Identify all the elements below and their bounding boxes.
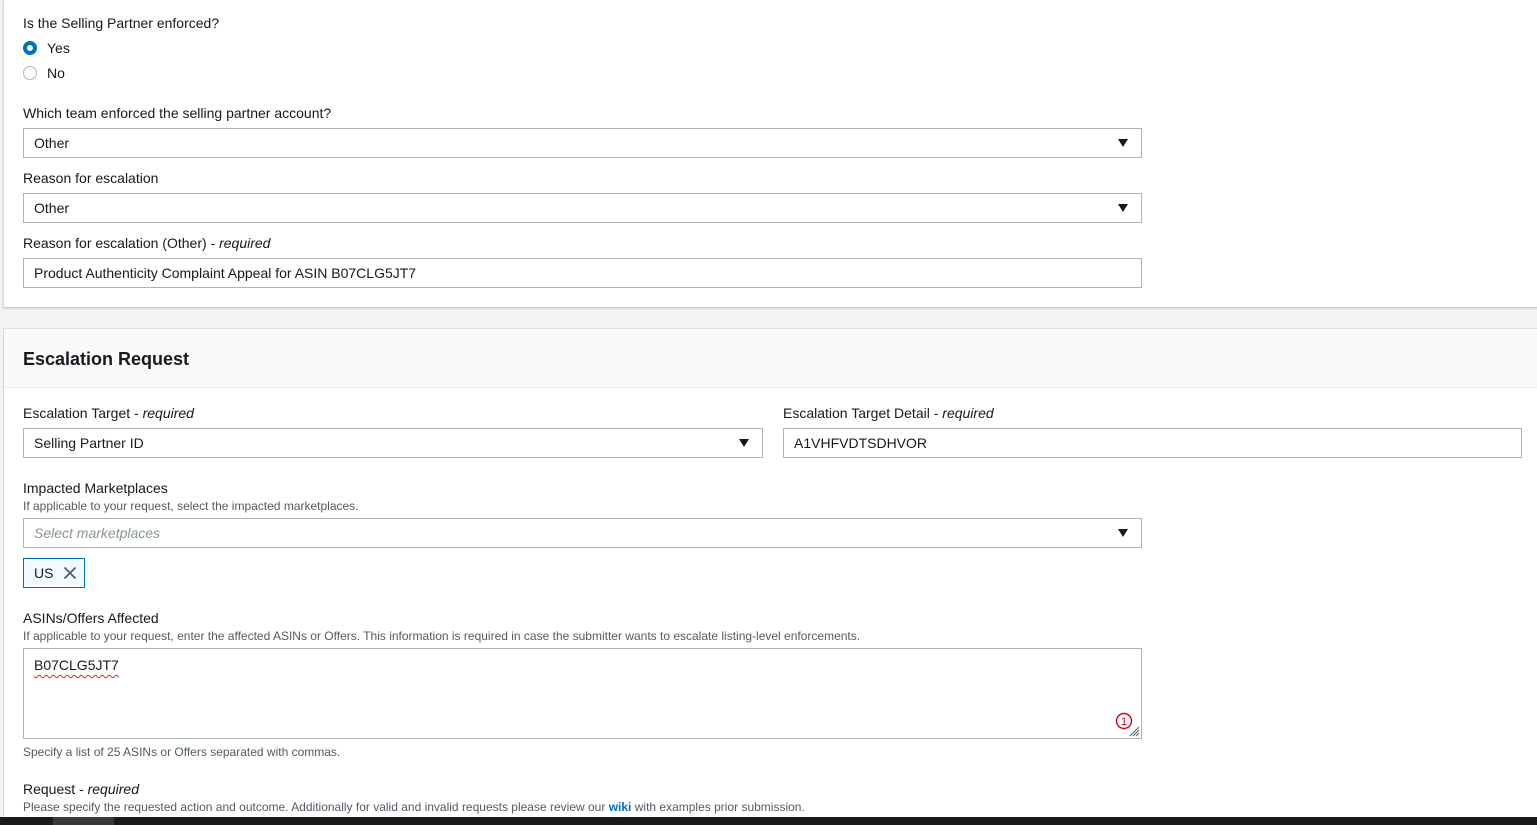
asins-description: If applicable to your request, enter the… [23,629,861,643]
reason-other-value: Product Authenticity Complaint Appeal fo… [34,265,417,281]
asins-value: B07CLG5JT7 [34,657,119,673]
reason-label: Reason for escalation [23,170,159,186]
panel-title: Escalation Request [23,349,190,369]
asins-hint: Specify a list of 25 ASINs or Offers sep… [23,745,341,759]
reason-other-label-text: Reason for escalation (Other) [23,235,207,251]
caret-down-icon [1118,139,1128,147]
reason-other-input[interactable]: Product Authenticity Complaint Appeal fo… [23,258,1142,288]
escalation-target-detail-label-text: Escalation Target Detail [783,405,930,421]
required-marker: required [142,405,194,421]
resize-handle-icon[interactable] [1128,725,1140,737]
request-label-text: Request [23,781,76,797]
marketplaces-description: If applicable to your request, select th… [23,499,359,513]
caret-down-icon [739,439,749,447]
radio-yes-selected-icon[interactable] [23,41,37,55]
escalation-target-value: Selling Partner ID [34,435,144,451]
close-icon[interactable] [63,566,77,580]
required-marker: required [942,405,994,421]
radio-option-no[interactable]: No [23,64,65,82]
escalation-target-select[interactable]: Selling Partner ID [23,428,763,458]
asins-label: ASINs/Offers Affected [23,610,159,626]
marketplaces-multiselect[interactable]: Select marketplaces [23,518,1142,548]
required-marker: required [219,235,271,251]
taskbar [0,817,1537,825]
page: Is the Selling Partner enforced? Yes No … [0,0,1537,825]
marketplaces-placeholder: Select marketplaces [34,525,161,541]
team-select-value: Other [34,135,70,151]
required-marker: required [87,781,139,797]
team-question-label: Which team enforced the selling partner … [23,105,332,121]
request-label: Request - required [23,781,139,797]
radio-yes-label: Yes [47,40,70,56]
panel-header: Escalation Request [4,329,1537,388]
reason-select-value: Other [34,200,70,216]
wiki-link[interactable]: wiki [609,800,632,814]
reason-other-label: Reason for escalation (Other) - required [23,235,271,251]
caret-down-icon [1118,529,1128,537]
radio-option-yes[interactable]: Yes [23,39,70,57]
radio-no-label: No [47,65,65,81]
spellcheck-badge-count: 1 [1121,716,1127,728]
enforced-question-label: Is the Selling Partner enforced? [23,15,220,31]
token-label: US [34,565,54,581]
team-select[interactable]: Other [23,128,1142,158]
caret-down-icon [1118,204,1128,212]
escalation-target-label: Escalation Target - required [23,405,194,421]
escalation-target-detail-value: A1VHFVDTSDHVOR [794,435,928,451]
escalation-target-detail-input[interactable]: A1VHFVDTSDHVOR [783,428,1522,458]
radio-no-icon[interactable] [23,66,37,80]
reason-select[interactable]: Other [23,193,1142,223]
escalation-target-label-text: Escalation Target [23,405,131,421]
taskbar-item[interactable] [53,817,114,825]
request-description: Please specify the requested action and … [23,800,805,814]
marketplaces-label: Impacted Marketplaces [23,480,168,496]
marketplace-token-us: US [23,558,85,588]
request-desc-after: with examples prior submission. [634,800,805,814]
asins-textarea[interactable]: B07CLG5JT7 1 [23,648,1142,739]
request-desc-before: Please specify the requested action and … [23,800,606,814]
escalation-target-detail-label: Escalation Target Detail - required [783,405,994,421]
